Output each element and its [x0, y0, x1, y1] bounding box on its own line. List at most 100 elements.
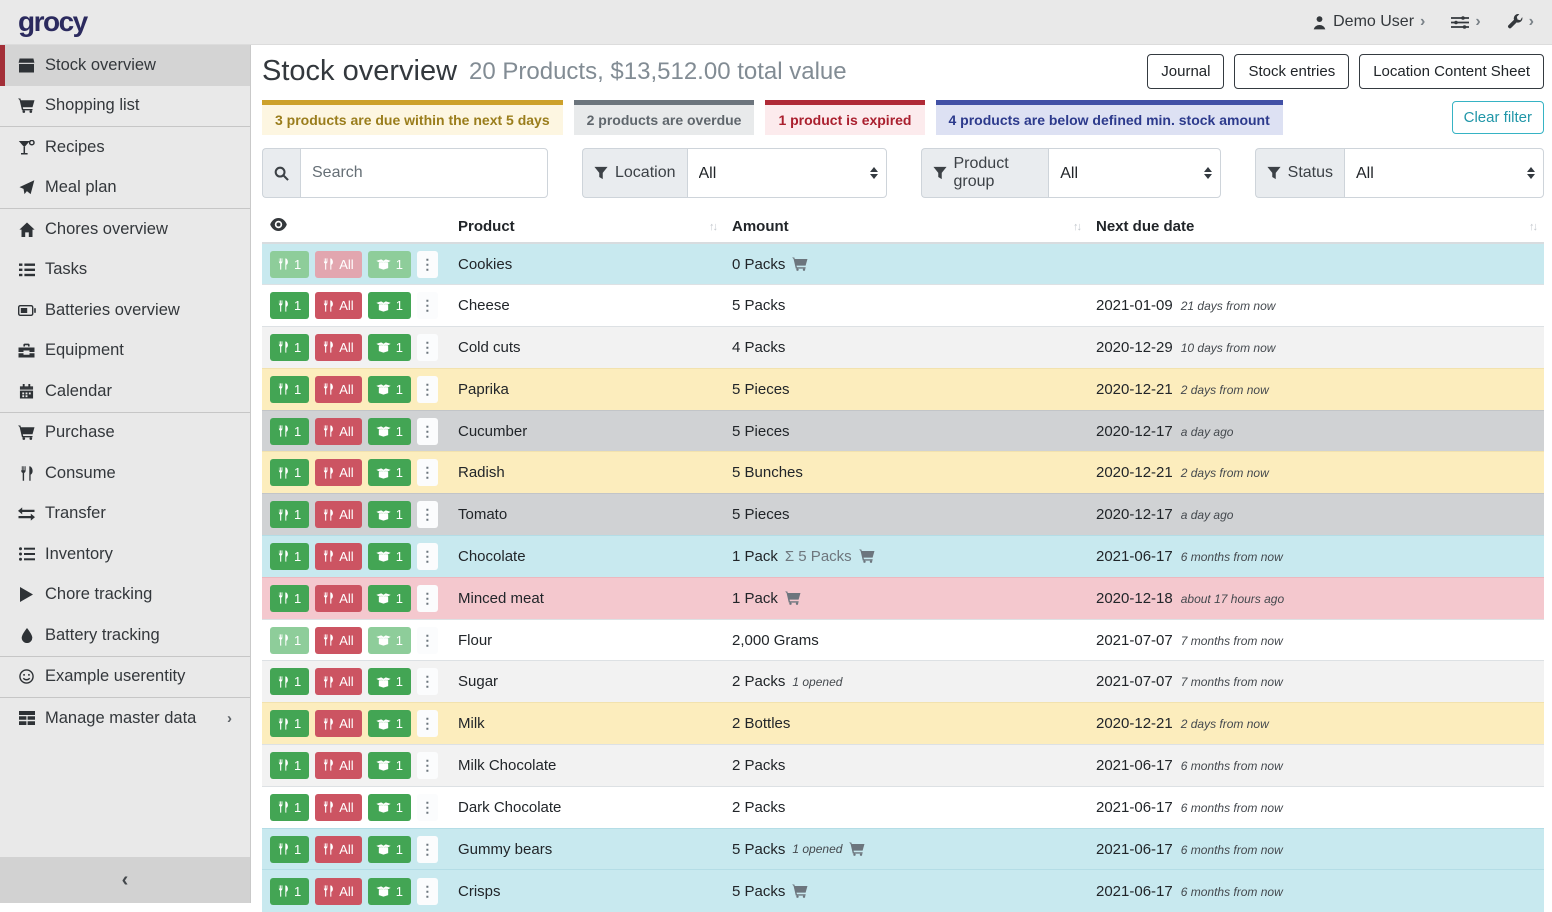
consume-one-button[interactable]: 1	[270, 334, 309, 361]
table-row-cold-cuts[interactable]: 1All1⋮Cold cuts4 Packs2020-12-2910 days …	[262, 327, 1544, 369]
table-row-flour[interactable]: 1All1⋮Flour2,000 Grams2021-07-077 months…	[262, 619, 1544, 661]
open-one-button[interactable]: 1	[368, 251, 411, 278]
consume-all-button[interactable]: All	[315, 251, 361, 278]
consume-one-button[interactable]: 1	[270, 543, 309, 570]
open-one-button[interactable]: 1	[368, 836, 411, 863]
sidebar-item-meal-plan[interactable]: Meal plan	[0, 168, 250, 209]
consume-one-button[interactable]: 1	[270, 501, 309, 528]
row-menu-button[interactable]: ⋮	[417, 878, 438, 905]
consume-one-button[interactable]: 1	[270, 878, 309, 905]
location-select[interactable]: All	[687, 148, 887, 198]
sidebar-item-recipes[interactable]: Recipes	[0, 127, 250, 168]
consume-one-button[interactable]: 1	[270, 292, 309, 319]
sidebar-item-batteries-overview[interactable]: Batteries overview	[0, 290, 250, 331]
consume-all-button[interactable]: All	[315, 878, 361, 905]
sidebar-item-chore-tracking[interactable]: Chore tracking	[0, 575, 250, 616]
table-row-milk-chocolate[interactable]: 1All1⋮Milk Chocolate2 Packs2021-06-176 m…	[262, 745, 1544, 787]
sort-icon[interactable]: ↑↓	[1073, 221, 1080, 233]
consume-all-button[interactable]: All	[315, 794, 361, 821]
sidebar-item-consume[interactable]: Consume	[0, 453, 250, 494]
consume-all-button[interactable]: All	[315, 543, 361, 570]
open-one-button[interactable]: 1	[368, 543, 411, 570]
consume-one-button[interactable]: 1	[270, 585, 309, 612]
open-one-button[interactable]: 1	[368, 627, 411, 654]
open-one-button[interactable]: 1	[368, 292, 411, 319]
search-input[interactable]	[300, 148, 548, 198]
consume-one-button[interactable]: 1	[270, 627, 309, 654]
row-menu-button[interactable]: ⋮	[417, 710, 438, 737]
sidebar-item-manage-master-data[interactable]: Manage master data›	[0, 698, 250, 739]
user-menu[interactable]: Demo User ›	[1312, 13, 1425, 31]
sort-icon[interactable]: ↑↓	[709, 221, 716, 233]
open-one-button[interactable]: 1	[368, 376, 411, 403]
consume-all-button[interactable]: All	[315, 292, 361, 319]
open-one-button[interactable]: 1	[368, 752, 411, 779]
open-one-button[interactable]: 1	[368, 334, 411, 361]
product-group-select[interactable]: All	[1048, 148, 1220, 198]
stock-entries-button[interactable]: Stock entries	[1234, 54, 1349, 89]
table-row-dark-chocolate[interactable]: 1All1⋮Dark Chocolate2 Packs2021-06-176 m…	[262, 786, 1544, 828]
table-row-sugar[interactable]: 1All1⋮Sugar2 Packs1 opened2021-07-077 mo…	[262, 661, 1544, 703]
consume-all-button[interactable]: All	[315, 376, 361, 403]
sidebar-item-shopping-list[interactable]: Shopping list	[0, 86, 250, 127]
sidebar-collapse-button[interactable]: ‹	[0, 857, 250, 903]
open-one-button[interactable]: 1	[368, 878, 411, 905]
sidebar-item-inventory[interactable]: Inventory	[0, 534, 250, 575]
status-select[interactable]: All	[1344, 148, 1544, 198]
settings-menu[interactable]: ›	[1451, 14, 1480, 30]
row-menu-button[interactable]: ⋮	[417, 334, 438, 361]
consume-all-button[interactable]: All	[315, 334, 361, 361]
open-one-button[interactable]: 1	[368, 459, 411, 486]
column-header-amount[interactable]: Amount↑↓	[724, 211, 1088, 243]
open-one-button[interactable]: 1	[368, 501, 411, 528]
open-one-button[interactable]: 1	[368, 418, 411, 445]
sidebar-item-battery-tracking[interactable]: Battery tracking	[0, 615, 250, 656]
clear-filter-button[interactable]: Clear filter	[1452, 101, 1544, 134]
sidebar-item-calendar[interactable]: Calendar	[0, 371, 250, 412]
location-content-sheet-button[interactable]: Location Content Sheet	[1359, 54, 1544, 89]
consume-all-button[interactable]: All	[315, 501, 361, 528]
consume-all-button[interactable]: All	[315, 668, 361, 695]
consume-all-button[interactable]: All	[315, 627, 361, 654]
table-row-minced-meat[interactable]: 1All1⋮Minced meat1 Pack2020-12-18about 1…	[262, 577, 1544, 619]
table-row-crisps[interactable]: 1All1⋮Crisps5 Packs2021-06-176 months fr…	[262, 870, 1544, 912]
status-filter-secondary[interactable]: 2 products are overdue	[574, 100, 755, 135]
consume-one-button[interactable]: 1	[270, 752, 309, 779]
row-menu-button[interactable]: ⋮	[417, 501, 438, 528]
consume-one-button[interactable]: 1	[270, 459, 309, 486]
table-row-tomato[interactable]: 1All1⋮Tomato5 Pieces2020-12-17a day ago	[262, 494, 1544, 536]
status-filter-warning[interactable]: 3 products are due within the next 5 day…	[262, 100, 563, 135]
row-menu-button[interactable]: ⋮	[417, 543, 438, 570]
table-row-chocolate[interactable]: 1All1⋮Chocolate1 PackΣ 5 Packs2021-06-17…	[262, 536, 1544, 578]
consume-all-button[interactable]: All	[315, 752, 361, 779]
consume-all-button[interactable]: All	[315, 459, 361, 486]
open-one-button[interactable]: 1	[368, 585, 411, 612]
row-menu-button[interactable]: ⋮	[417, 752, 438, 779]
sidebar-item-transfer[interactable]: Transfer	[0, 494, 250, 535]
row-menu-button[interactable]: ⋮	[417, 585, 438, 612]
sidebar-item-chores-overview[interactable]: Chores overview	[0, 209, 250, 250]
consume-one-button[interactable]: 1	[270, 836, 309, 863]
sidebar-item-example-userentity[interactable]: Example userentity	[0, 657, 250, 698]
consume-one-button[interactable]: 1	[270, 251, 309, 278]
consume-all-button[interactable]: All	[315, 710, 361, 737]
column-header-next-due-date[interactable]: Next due date↑↓	[1088, 211, 1544, 243]
row-menu-button[interactable]: ⋮	[417, 418, 438, 445]
row-menu-button[interactable]: ⋮	[417, 376, 438, 403]
eye-icon[interactable]	[270, 218, 287, 231]
open-one-button[interactable]: 1	[368, 710, 411, 737]
row-menu-button[interactable]: ⋮	[417, 292, 438, 319]
sidebar-item-tasks[interactable]: Tasks	[0, 250, 250, 291]
journal-button[interactable]: Journal	[1147, 54, 1224, 89]
sidebar-item-equipment[interactable]: Equipment	[0, 331, 250, 372]
column-header-product[interactable]: Product↑↓	[450, 211, 724, 243]
consume-one-button[interactable]: 1	[270, 376, 309, 403]
row-menu-button[interactable]: ⋮	[417, 836, 438, 863]
sidebar-item-purchase[interactable]: Purchase	[0, 413, 250, 454]
table-row-cookies[interactable]: 1All1⋮Cookies0 Packs	[262, 243, 1544, 285]
table-row-gummy-bears[interactable]: 1All1⋮Gummy bears5 Packs1 opened2021-06-…	[262, 828, 1544, 870]
consume-one-button[interactable]: 1	[270, 710, 309, 737]
table-row-milk[interactable]: 1All1⋮Milk2 Bottles2020-12-212 days from…	[262, 703, 1544, 745]
table-row-cheese[interactable]: 1All1⋮Cheese5 Packs2021-01-0921 days fro…	[262, 285, 1544, 327]
admin-menu[interactable]: ›	[1507, 14, 1534, 30]
